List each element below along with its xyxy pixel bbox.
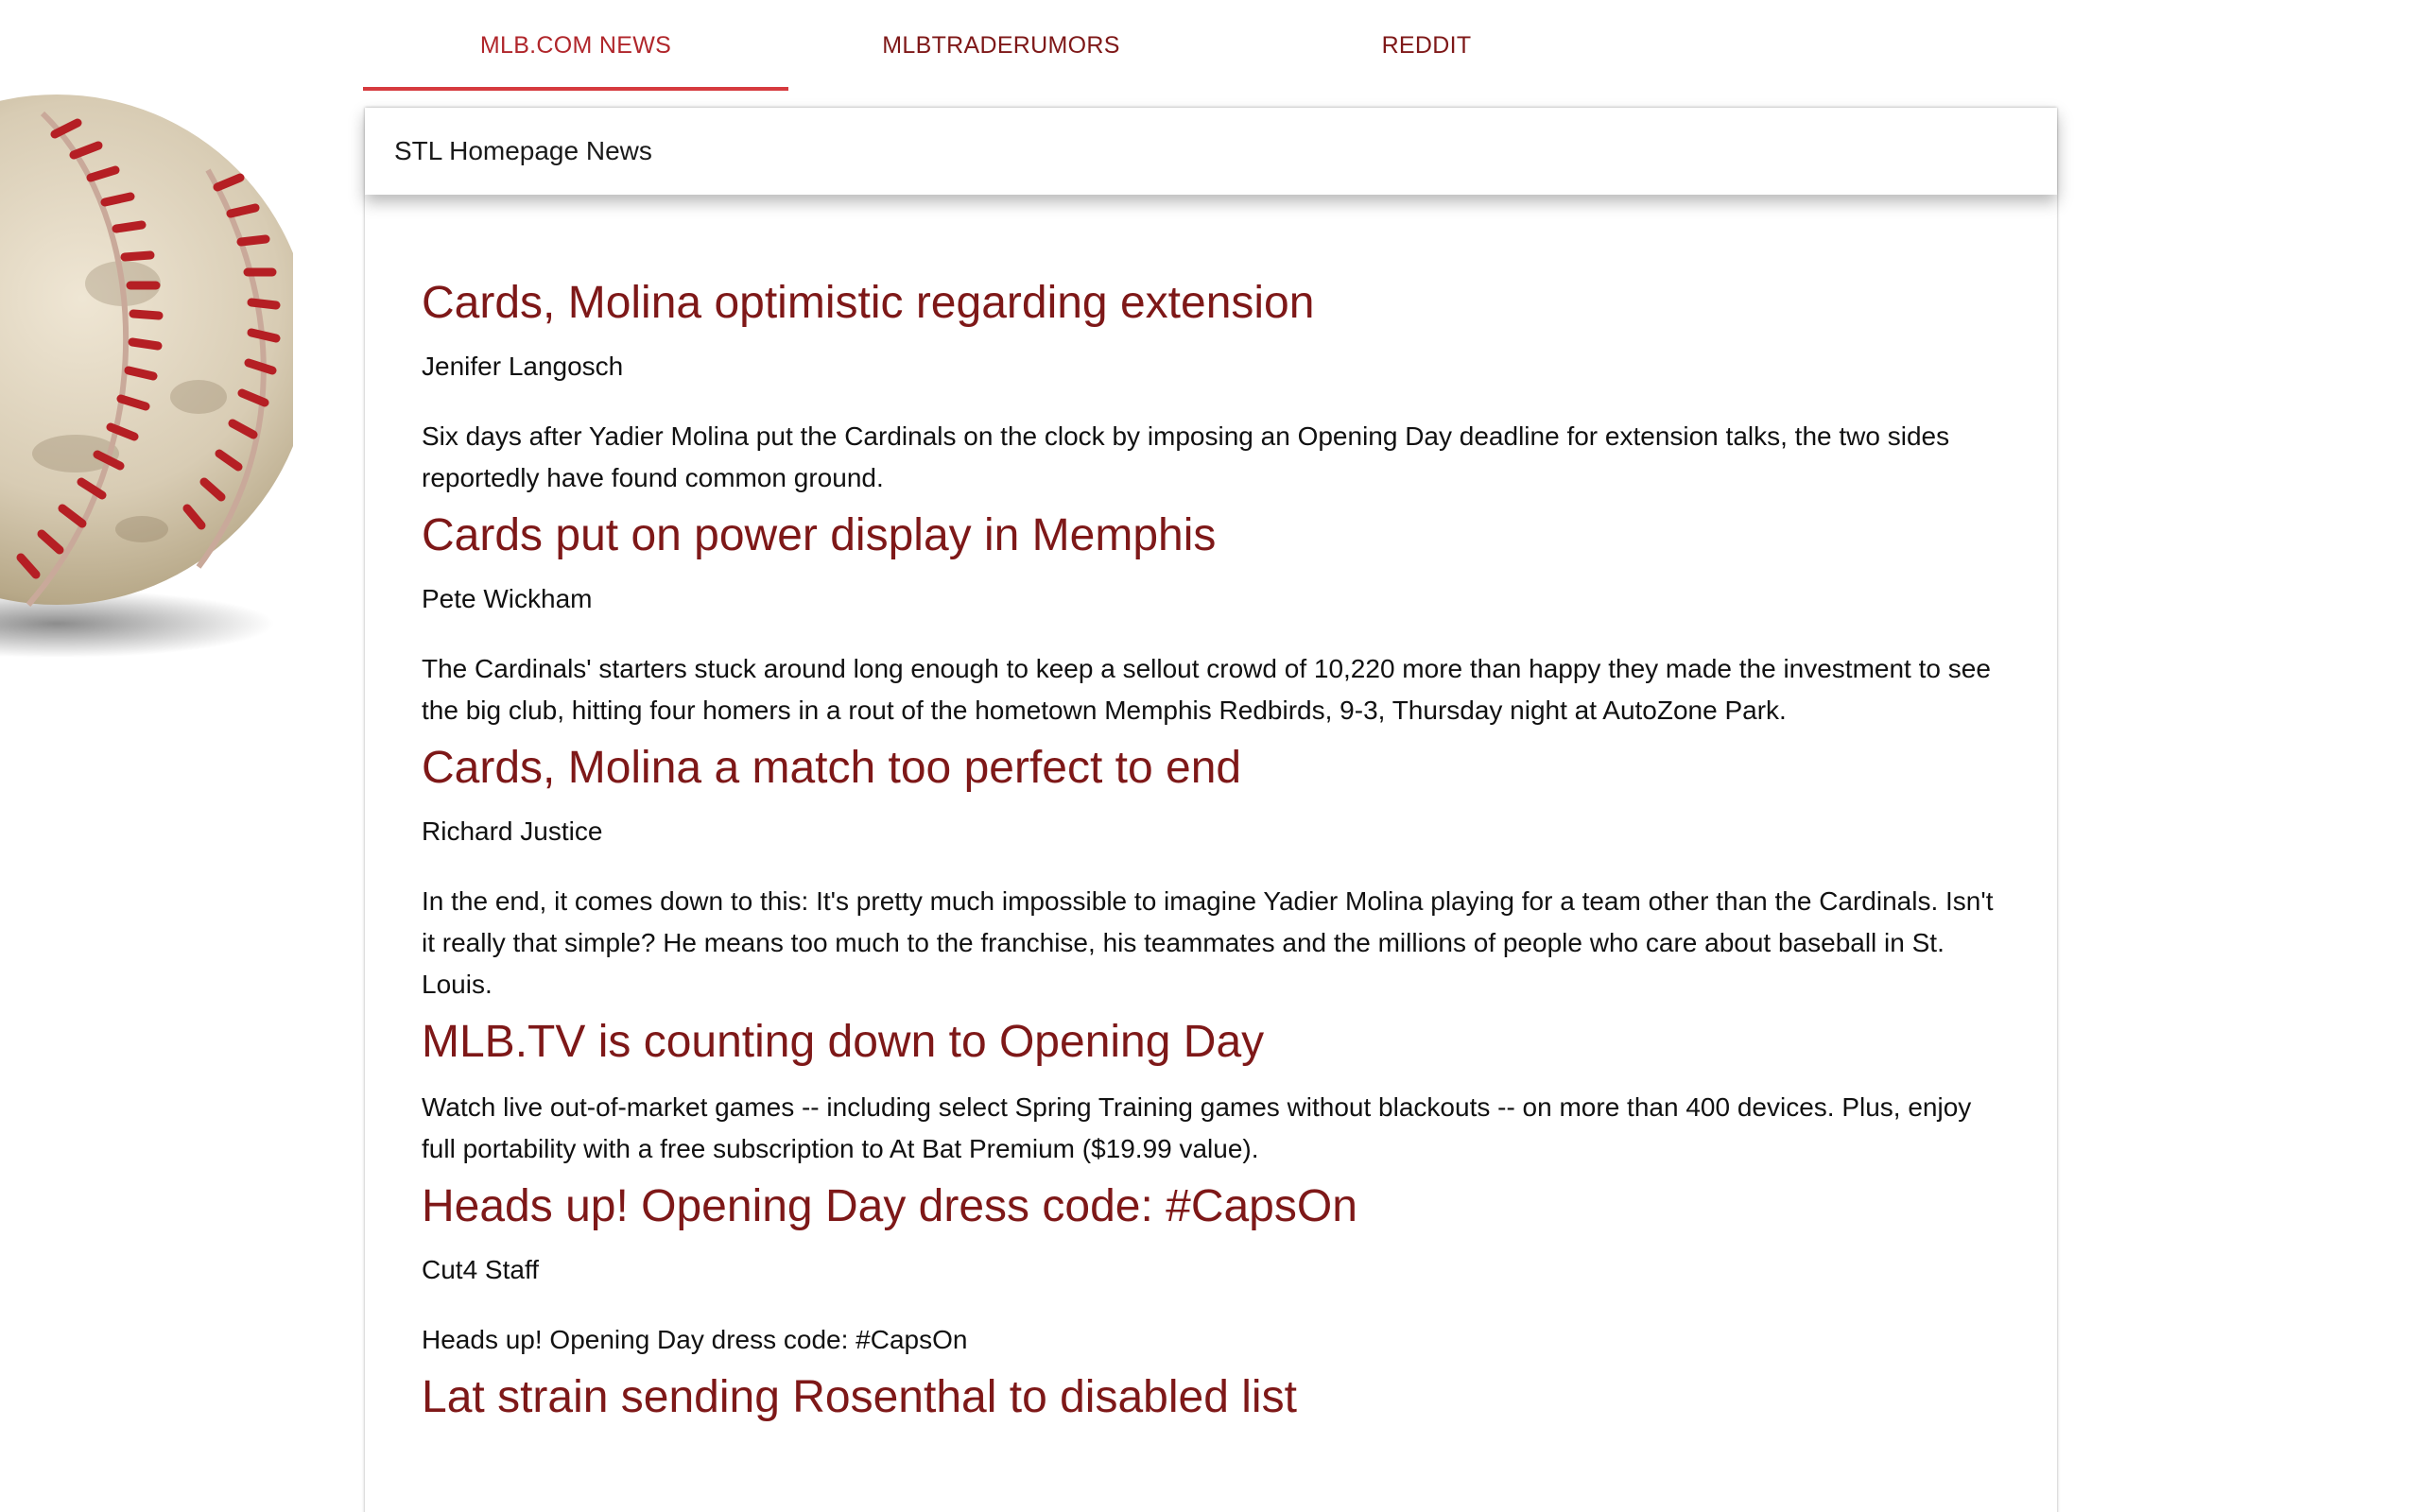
article-author: Jenifer Langosch — [422, 352, 624, 381]
article-item: Heads up! Opening Day dress code: #CapsO… — [422, 1176, 2010, 1361]
article-summary: Six days after Yadier Molina put the Car… — [422, 421, 1950, 492]
article-title-link[interactable]: Cards put on power display in Memphis — [422, 505, 2010, 567]
article-summary: Heads up! Opening Day dress code: #CapsO… — [422, 1325, 968, 1354]
article-summary: The Cardinals' starters stuck around lon… — [422, 654, 1991, 725]
tab-bar: MLB.COM NEWS MLBTRADERUMORS REDDIT — [363, 0, 1639, 91]
article-summary: In the end, it comes down to this: It's … — [422, 886, 1994, 999]
article-author: Cut4 Staff — [422, 1255, 540, 1284]
page: MLB.COM NEWS MLBTRADERUMORS REDDIT STL H… — [0, 0, 2420, 1512]
tab-reddit[interactable]: REDDIT — [1214, 0, 1639, 91]
tab-mlbtraderumors[interactable]: MLBTRADERUMORS — [788, 0, 1214, 91]
article-title-link[interactable]: Lat strain sending Rosenthal to disabled… — [422, 1366, 2010, 1429]
article-summary: Watch live out-of-market games -- includ… — [422, 1092, 1972, 1163]
card-header: STL Homepage News — [365, 108, 2057, 195]
article-list: Cards, Molina optimistic regarding exten… — [422, 272, 2010, 1429]
article-item: Cards, Molina optimistic regarding exten… — [422, 272, 2010, 499]
article-title-link[interactable]: Heads up! Opening Day dress code: #CapsO… — [422, 1176, 2010, 1238]
news-card: STL Homepage News Cards, Molina optimist… — [365, 108, 2057, 1512]
article-item: MLB.TV is counting down to Opening Day W… — [422, 1011, 2010, 1170]
article-title-link[interactable]: Cards, Molina optimistic regarding exten… — [422, 272, 2010, 335]
article-title-link[interactable]: Cards, Molina a match too perfect to end — [422, 737, 2010, 799]
article-title-link[interactable]: MLB.TV is counting down to Opening Day — [422, 1011, 2010, 1074]
article-author: Richard Justice — [422, 816, 603, 846]
article-author: Pete Wickham — [422, 584, 593, 613]
article-item: Lat strain sending Rosenthal to disabled… — [422, 1366, 2010, 1429]
article-item: Cards put on power display in Memphis Pe… — [422, 505, 2010, 731]
article-item: Cards, Molina a match too perfect to end… — [422, 737, 2010, 1005]
tab-mlb-com-news[interactable]: MLB.COM NEWS — [363, 0, 788, 91]
baseball-icon — [0, 94, 293, 658]
